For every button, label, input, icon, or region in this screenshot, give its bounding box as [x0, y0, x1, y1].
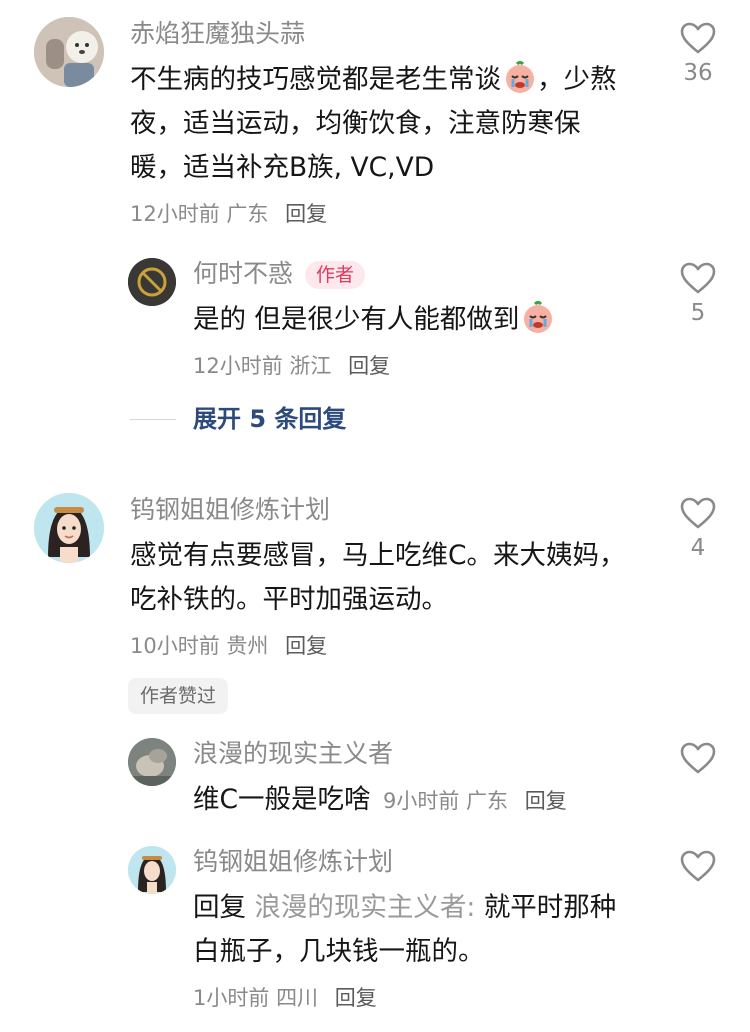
- reply-meta: 9小时前 广东 回复: [383, 789, 567, 813]
- reply-meta: 1小时前 四川 回复: [193, 984, 377, 1012]
- like-button[interactable]: [633, 742, 750, 774]
- avatar[interactable]: [128, 846, 176, 894]
- reply-prefix: 回复: [193, 892, 246, 923]
- like-count: 4: [690, 535, 706, 561]
- reply-line: 维C一般是吃啥 9小时前 广东 回复: [193, 778, 633, 822]
- reply-region: 四川: [276, 986, 319, 1010]
- reply-time: 12小时前: [193, 354, 283, 378]
- reply-author[interactable]: 浪漫的现实主义者: [193, 738, 393, 770]
- comment-time: 12小时前: [130, 202, 220, 226]
- reply-region: 广东: [466, 789, 509, 813]
- crying-face-emoji-icon: [521, 300, 555, 334]
- heart-outline-icon: [680, 22, 716, 54]
- reply-author-name[interactable]: 何时不惑: [193, 259, 293, 288]
- reply-text: 回复 浪漫的现实主义者: 就平时那种白瓶子，几块钱一瓶的。: [193, 886, 623, 974]
- reply-text: 维C一般是吃啥: [193, 784, 371, 815]
- reply-text-content: 是的 但是很少有人能都做到: [193, 304, 520, 335]
- comment-region: 贵州: [226, 634, 269, 658]
- expand-divider: [130, 419, 176, 420]
- avatar[interactable]: [128, 738, 176, 786]
- comment-author[interactable]: 钨钢姐姐修炼计划: [130, 494, 330, 526]
- comment-author[interactable]: 赤焰狂魔独头蒜: [130, 18, 305, 50]
- reply-button[interactable]: 回复: [525, 789, 567, 813]
- reply-time: 9小时前: [382, 789, 460, 813]
- heart-outline-icon: [680, 262, 716, 294]
- like-count: 36: [683, 60, 713, 86]
- reply-text: 是的 但是很少有人能都做到: [193, 298, 613, 342]
- avatar[interactable]: [34, 17, 104, 87]
- like-count: 5: [690, 300, 706, 326]
- reply-time: 1小时前: [193, 986, 270, 1010]
- crying-face-emoji-icon: [503, 60, 537, 94]
- author-badge: 作者: [305, 261, 366, 289]
- heart-outline-icon: [680, 742, 716, 774]
- reply-region: 浙江: [289, 354, 332, 378]
- like-button[interactable]: 5: [633, 262, 750, 328]
- like-button[interactable]: 4: [633, 497, 750, 563]
- comment-meta: 12小时前 广东 回复: [130, 200, 327, 228]
- like-button[interactable]: [633, 850, 750, 882]
- avatar[interactable]: [128, 258, 176, 306]
- comment-text: 感觉有点要感冒，马上吃维C。来大姨妈，吃补铁的。平时加强运动。: [130, 540, 626, 615]
- avatar[interactable]: [34, 493, 104, 563]
- comment-text-part-1: 不生病的技巧感觉都是老生常谈: [130, 64, 501, 95]
- reply-button[interactable]: 回复: [335, 986, 377, 1010]
- comment-region: 广东: [226, 202, 269, 226]
- expand-replies-link[interactable]: 展开 5 条回复: [193, 403, 346, 435]
- reply-button[interactable]: 回复: [348, 354, 390, 378]
- reply-mention-link[interactable]: 浪漫的现实主义者:: [254, 892, 475, 923]
- comment-time: 10小时前: [130, 634, 220, 658]
- reply-button[interactable]: 回复: [285, 202, 327, 226]
- author-liked-badge: 作者赞过: [128, 678, 229, 714]
- reply-author[interactable]: 钨钢姐姐修炼计划: [193, 846, 393, 878]
- reply-author: 何时不惑 作者: [193, 258, 366, 290]
- reply-button[interactable]: 回复: [285, 634, 327, 658]
- like-button[interactable]: 36: [633, 22, 750, 88]
- reply-meta: 12小时前 浙江 回复: [193, 352, 390, 380]
- heart-outline-icon: [680, 497, 716, 529]
- comment-text: 不生病的技巧感觉都是老生常谈 ，少熬夜，适当运动，均衡饮食，注意防寒保暖，适当补充…: [130, 58, 630, 190]
- comment-meta: 10小时前 贵州 回复: [130, 632, 327, 660]
- heart-outline-icon: [680, 850, 716, 882]
